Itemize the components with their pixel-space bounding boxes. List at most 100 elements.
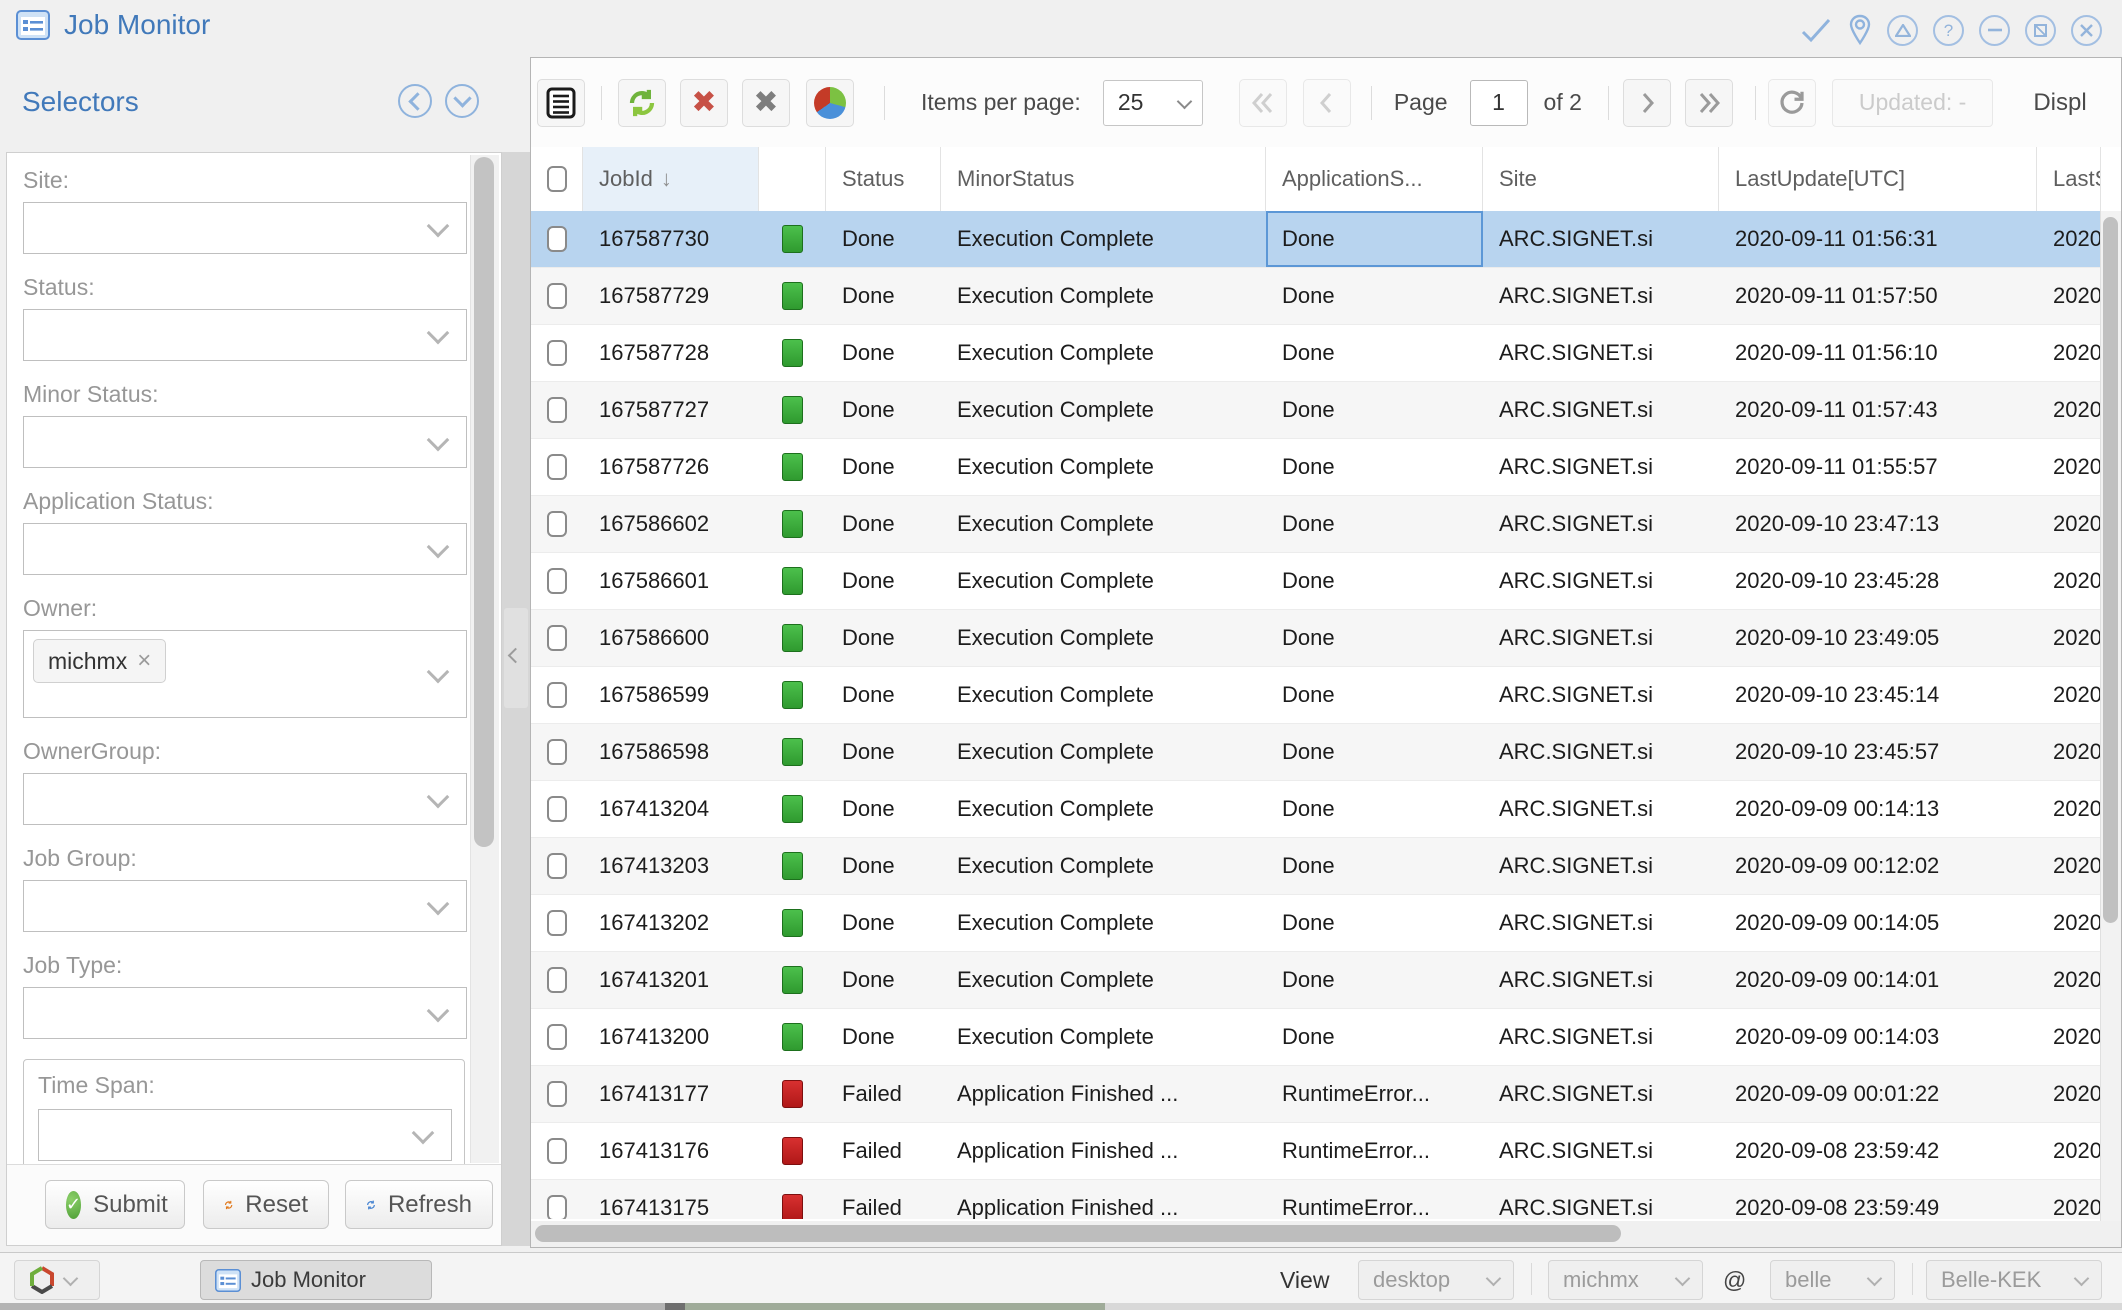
taskbar-job-monitor-button[interactable]: Job Monitor <box>200 1260 432 1300</box>
table-row[interactable]: 167413176FailedApplication Finished ...R… <box>531 1123 2101 1180</box>
main-menu-button[interactable] <box>14 1260 100 1300</box>
check-icon[interactable] <box>1799 16 1833 44</box>
statistics-button[interactable] <box>806 79 854 127</box>
collapse-down-icon[interactable] <box>445 84 479 118</box>
selector-combobox[interactable]: × <box>23 773 467 825</box>
first-page-button[interactable] <box>1239 79 1287 127</box>
grid-horizontal-scrollbar-thumb[interactable] <box>535 1225 1621 1242</box>
grid-vertical-scrollbar-thumb[interactable] <box>2103 217 2118 923</box>
selector-combobox[interactable]: × <box>23 987 467 1039</box>
selector-combobox[interactable]: × <box>23 416 467 468</box>
menu-button[interactable] <box>537 79 585 127</box>
table-row[interactable]: 167413177FailedApplication Finished ...R… <box>531 1066 2101 1123</box>
column-header-minor_status[interactable]: MinorStatus <box>941 147 1266 211</box>
row-checkbox[interactable] <box>531 1180 583 1219</box>
row-checkbox[interactable] <box>531 838 583 894</box>
items-per-page-select[interactable]: 25 <box>1103 80 1203 126</box>
cell-application-status[interactable]: Done <box>1266 838 1483 894</box>
user-select[interactable]: michmx <box>1548 1260 1703 1300</box>
reset-button[interactable]: Reset <box>203 1180 329 1229</box>
selector-combobox[interactable]: × <box>23 523 467 575</box>
cell-application-status[interactable]: Done <box>1266 667 1483 723</box>
column-header-last_update[interactable]: LastUpdate[UTC] <box>1719 147 2037 211</box>
collapse-left-icon[interactable] <box>398 84 432 118</box>
row-checkbox[interactable] <box>531 1123 583 1179</box>
remove-tag-icon[interactable]: × <box>137 647 151 675</box>
column-header-select[interactable] <box>531 147 583 211</box>
cell-application-status[interactable]: Done <box>1266 496 1483 552</box>
cell-application-status[interactable]: Done <box>1266 781 1483 837</box>
cell-application-status[interactable]: Done <box>1266 439 1483 495</box>
maximize-icon[interactable] <box>2025 15 2056 46</box>
column-header-status[interactable]: Status <box>826 147 941 211</box>
row-checkbox[interactable] <box>531 496 583 552</box>
minimize-icon[interactable] <box>1979 15 2010 46</box>
column-header-site[interactable]: Site <box>1483 147 1719 211</box>
setup-select[interactable]: Belle-KEK <box>1926 1260 2102 1300</box>
table-row[interactable]: 167586598DoneExecution CompleteDoneARC.S… <box>531 724 2101 781</box>
cell-application-status[interactable]: Done <box>1266 553 1483 609</box>
delete-button[interactable]: ✖ <box>680 79 728 127</box>
row-checkbox[interactable] <box>531 781 583 837</box>
table-row[interactable]: 167586600DoneExecution CompleteDoneARC.S… <box>531 610 2101 667</box>
cell-application-status[interactable]: Done <box>1266 325 1483 381</box>
submit-button[interactable]: ✓ Submit <box>45 1180 185 1229</box>
selector-combobox[interactable]: × <box>23 202 467 254</box>
prev-page-button[interactable] <box>1303 79 1351 127</box>
sidebar-scrollbar[interactable] <box>470 155 499 1163</box>
cell-application-status[interactable]: RuntimeError... <box>1266 1066 1483 1122</box>
grid-vertical-scrollbar[interactable] <box>2100 211 2121 1221</box>
cell-application-status[interactable]: Done <box>1266 268 1483 324</box>
cell-application-status[interactable]: Done <box>1266 1009 1483 1065</box>
table-row[interactable]: 167586601DoneExecution CompleteDoneARC.S… <box>531 553 2101 610</box>
close-icon[interactable] <box>2071 15 2102 46</box>
row-checkbox[interactable] <box>531 895 583 951</box>
grid-horizontal-scrollbar[interactable] <box>531 1221 2121 1247</box>
help-icon[interactable]: ? <box>1933 15 1964 46</box>
row-checkbox[interactable] <box>531 268 583 324</box>
kill-button[interactable]: ✖ <box>742 79 790 127</box>
pin-icon[interactable] <box>1848 14 1872 46</box>
table-row[interactable]: 167413204DoneExecution CompleteDoneARC.S… <box>531 781 2101 838</box>
refresh-selectors-button[interactable]: Refresh <box>345 1180 493 1229</box>
next-page-button[interactable] <box>1623 79 1671 127</box>
cell-application-status[interactable]: RuntimeError... <box>1266 1123 1483 1179</box>
selector-combobox[interactable]: × <box>23 880 467 932</box>
row-checkbox[interactable] <box>531 325 583 381</box>
select-all-checkbox[interactable] <box>547 166 567 192</box>
table-row[interactable]: 167413175FailedApplication Finished ...R… <box>531 1180 2101 1219</box>
column-header-job_id[interactable]: JobId↓ <box>583 147 759 211</box>
cell-application-status[interactable]: Done <box>1266 610 1483 666</box>
table-row[interactable]: 167587729DoneExecution CompleteDoneARC.S… <box>531 268 2101 325</box>
row-checkbox[interactable] <box>531 667 583 723</box>
row-checkbox[interactable] <box>531 382 583 438</box>
refresh-grid-button[interactable] <box>1768 79 1816 127</box>
table-row[interactable]: 167413203DoneExecution CompleteDoneARC.S… <box>531 838 2101 895</box>
column-header-state[interactable] <box>759 147 826 211</box>
cell-application-status[interactable]: Done <box>1266 724 1483 780</box>
group-select[interactable]: belle <box>1770 1260 1895 1300</box>
table-row[interactable]: 167587728DoneExecution CompleteDoneARC.S… <box>531 325 2101 382</box>
table-row[interactable]: 167587726DoneExecution CompleteDoneARC.S… <box>531 439 2101 496</box>
row-checkbox[interactable] <box>531 439 583 495</box>
cell-application-status[interactable]: RuntimeError... <box>1266 1180 1483 1219</box>
table-row[interactable]: 167413201DoneExecution CompleteDoneARC.S… <box>531 952 2101 1009</box>
table-row[interactable]: 167413200DoneExecution CompleteDoneARC.S… <box>531 1009 2101 1066</box>
panel-splitter[interactable] <box>502 152 530 1246</box>
selector-combobox[interactable]: × <box>23 309 467 361</box>
column-header-last_sign[interactable]: LastSig <box>2037 147 2101 211</box>
row-checkbox[interactable] <box>531 1066 583 1122</box>
table-row[interactable]: 167587727DoneExecution CompleteDoneARC.S… <box>531 382 2101 439</box>
table-row[interactable]: 167586602DoneExecution CompleteDoneARC.S… <box>531 496 2101 553</box>
cell-application-status[interactable]: Done <box>1266 895 1483 951</box>
row-checkbox[interactable] <box>531 553 583 609</box>
row-checkbox[interactable] <box>531 1009 583 1065</box>
selector-combobox[interactable]: michmx × <box>23 630 467 718</box>
row-checkbox[interactable] <box>531 211 583 267</box>
table-row[interactable]: 167587730DoneExecution CompleteDoneARC.S… <box>531 211 2101 268</box>
time-span-combobox[interactable] <box>38 1109 452 1161</box>
view-select[interactable]: desktop <box>1358 1260 1514 1300</box>
owner-tag-chip[interactable]: michmx × <box>33 639 166 683</box>
cell-application-status[interactable]: Done <box>1266 382 1483 438</box>
table-row[interactable]: 167413202DoneExecution CompleteDoneARC.S… <box>531 895 2101 952</box>
